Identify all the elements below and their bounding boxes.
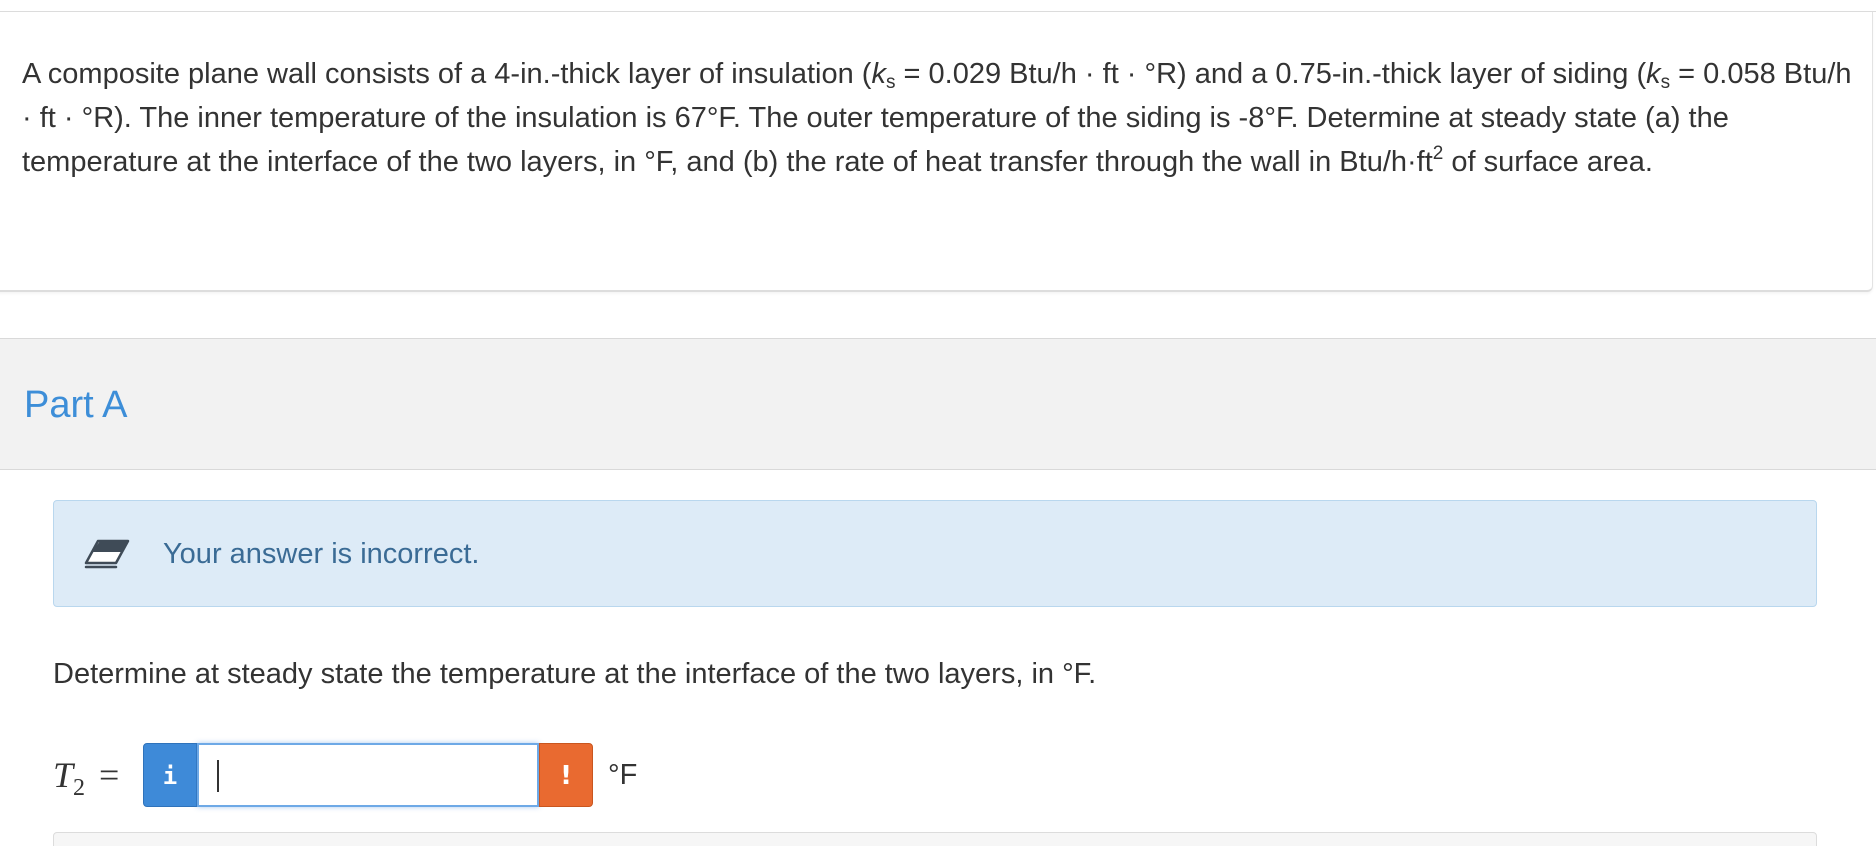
part-title[interactable]: Part A <box>24 383 128 427</box>
area-exponent: 2 <box>1432 143 1444 164</box>
variable-subscript: 2 <box>73 775 86 801</box>
conductivity-subscript: s <box>1660 72 1671 93</box>
page: A composite plane wall consists of a 4-i… <box>0 0 1876 846</box>
unit-label: °F <box>608 759 638 791</box>
conductivity-symbol: k <box>1646 58 1661 90</box>
question-card: A composite plane wall consists of a 4-i… <box>0 12 1873 292</box>
feedback-box: Your answer is incorrect. <box>53 500 1817 607</box>
question-text: A composite plane wall consists of a 4-i… <box>22 52 1852 184</box>
answer-row: T2 = i ! °F <box>53 743 753 809</box>
conductivity-symbol: k <box>871 58 886 90</box>
variable-label: T2 <box>53 753 85 800</box>
question-prompt: Determine at steady state the temperatur… <box>53 658 1097 690</box>
answer-input[interactable] <box>197 743 539 807</box>
part-header: Part A <box>0 338 1876 470</box>
question-segment: A composite plane wall consists of a 4-i… <box>22 58 872 90</box>
text-cursor <box>217 760 219 792</box>
question-segment: of surface area. <box>1443 146 1653 178</box>
feedback-message: Your answer is incorrect. <box>163 538 480 570</box>
alert-button[interactable]: ! <box>539 743 593 807</box>
question-segment: = 0.029 Btu/h · ft · °R) and a 0.75-in.-… <box>895 58 1647 90</box>
next-panel <box>53 832 1817 846</box>
equals-sign: = <box>99 755 120 795</box>
info-button[interactable]: i <box>143 743 197 807</box>
eraser-icon <box>84 539 130 569</box>
variable-symbol: T <box>53 755 74 795</box>
